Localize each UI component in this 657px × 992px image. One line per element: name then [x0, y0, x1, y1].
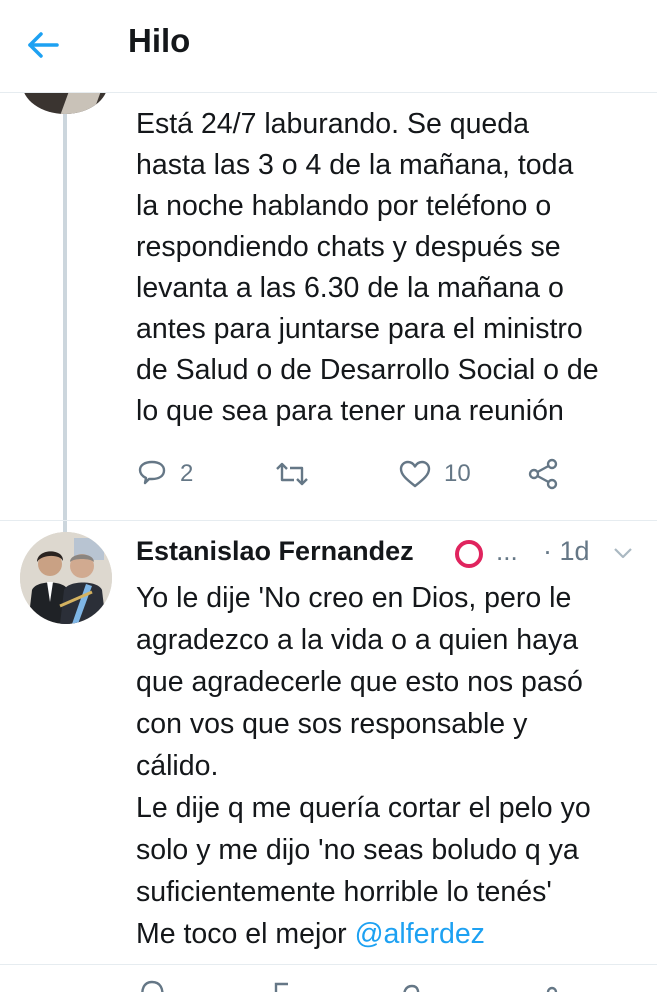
mention-link[interactable]: @alferdez — [355, 918, 485, 950]
previous-tweet-text: Está 24/7 laburando. Se queda hasta las … — [136, 108, 599, 427]
partial-action-icons — [141, 980, 558, 992]
author-name[interactable]: Estanislao Fernandez — [136, 536, 414, 567]
avatar[interactable] — [20, 532, 112, 624]
like-count: 10 — [444, 460, 471, 487]
heart-icon — [399, 460, 431, 488]
thread-connector-line — [63, 92, 67, 532]
timestamp[interactable]: · 1d — [543, 536, 590, 567]
tweet-body: Yo le dije 'No creo en Dios, pero le agr… — [136, 582, 591, 950]
reply-icon — [138, 460, 166, 485]
bottom-divider — [0, 964, 657, 965]
chevron-down-icon[interactable] — [612, 542, 634, 564]
back-button[interactable] — [26, 28, 60, 62]
top-bar: Hilo — [0, 0, 657, 93]
reply-button[interactable]: 2 — [136, 454, 193, 494]
reply-count: 2 — [180, 460, 194, 487]
page-title: Hilo — [128, 22, 191, 59]
tweet-text: Yo le dije 'No creo en Dios, pero le agr… — [136, 577, 646, 955]
arrow-left-icon — [28, 32, 59, 58]
avatar-photo — [20, 532, 112, 624]
retweet-button[interactable] — [274, 454, 322, 494]
red-circle-icon — [455, 540, 483, 568]
share-icon — [528, 458, 558, 490]
share-button[interactable] — [526, 454, 560, 494]
tweet-header: Estanislao Fernandez ... · 1d — [136, 534, 646, 574]
previous-tweet-actions: 2 10 — [136, 454, 616, 494]
like-button[interactable]: 10 — [398, 454, 471, 494]
retweet-icon — [276, 462, 308, 486]
tweet-actions-partial — [136, 970, 616, 992]
name-ellipsis: ... — [496, 536, 518, 566]
tweet-divider — [0, 520, 657, 521]
